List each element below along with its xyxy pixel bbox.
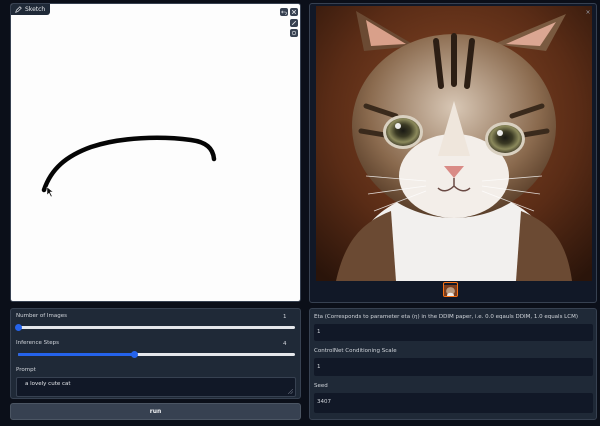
controlnet-scale-input[interactable] <box>314 358 593 376</box>
clear-button[interactable] <box>290 8 298 16</box>
inference-steps-value[interactable]: 4 <box>283 341 287 347</box>
undo-icon <box>281 10 287 15</box>
resize-handle-icon[interactable] <box>288 389 293 394</box>
output-thumbnail[interactable] <box>443 282 458 297</box>
eta-input[interactable] <box>314 324 593 341</box>
sketch-stroke <box>41 135 217 193</box>
right-controls-panel: Eta (Corresponds to parameter eta (η) in… <box>309 308 597 420</box>
seed-label: Seed <box>314 383 328 389</box>
prompt-input[interactable] <box>16 377 296 397</box>
inference-steps-slider-fill <box>18 353 135 356</box>
inference-steps-slider-thumb[interactable] <box>130 351 138 358</box>
output-image <box>316 6 592 281</box>
brush-button[interactable] <box>290 19 298 27</box>
sketch-canvas[interactable] <box>11 4 301 302</box>
palette-icon <box>291 30 297 36</box>
num-images-slider[interactable] <box>14 324 295 331</box>
thumbnail-image <box>444 285 457 296</box>
num-images-slider-thumb[interactable] <box>14 324 22 331</box>
run-button[interactable]: run <box>10 403 301 420</box>
num-images-value[interactable]: 1 <box>283 314 287 320</box>
eta-label: Eta (Corresponds to parameter eta (η) in… <box>314 314 578 320</box>
pencil-icon <box>15 6 22 13</box>
color-button[interactable] <box>290 29 298 37</box>
close-icon <box>291 9 297 15</box>
seed-input[interactable] <box>314 393 593 413</box>
sketch-label: Sketch <box>11 4 51 15</box>
controlnet-scale-label: ControlNet Conditioning Scale <box>314 348 397 354</box>
inference-steps-slider[interactable] <box>18 351 295 358</box>
sketch-title: Sketch <box>25 6 46 13</box>
cursor-icon <box>46 186 54 198</box>
eta-input-value: 1 <box>317 329 321 335</box>
sketch-panel[interactable]: Sketch <box>10 3 301 302</box>
controlnet-scale-input-value: 1 <box>317 364 321 370</box>
output-panel: × <box>309 3 597 303</box>
close-icon: × <box>585 8 591 16</box>
undo-button[interactable] <box>280 8 288 16</box>
prompt-label: Prompt <box>16 367 36 373</box>
seed-input-value: 3407 <box>317 399 331 405</box>
inference-steps-label: Inference Steps <box>16 340 59 346</box>
brush-icon <box>291 20 297 26</box>
close-output-button[interactable]: × <box>584 8 592 16</box>
prompt-input-value: a lovely cute cat <box>25 381 71 387</box>
num-images-label: Number of Images <box>16 313 67 319</box>
left-controls-panel: Number of Images 1 Inference Steps 4 Pro… <box>10 308 301 399</box>
